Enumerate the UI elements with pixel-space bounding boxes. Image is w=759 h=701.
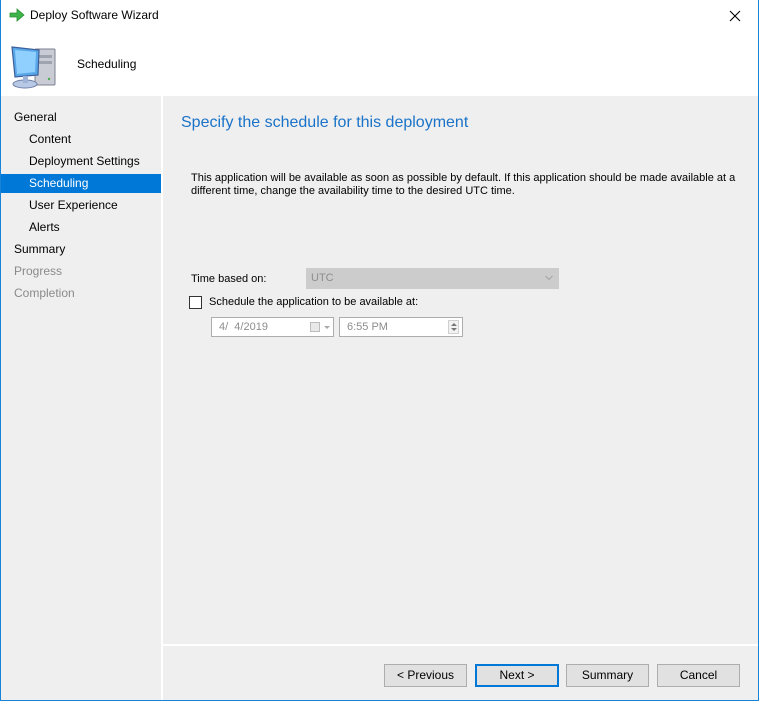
summary-button[interactable]: Summary <box>566 664 649 687</box>
sidebar-item-scheduling[interactable]: Scheduling <box>1 174 161 193</box>
sidebar-item-deployment-settings[interactable]: Deployment Settings <box>1 152 161 171</box>
chevron-down-icon <box>545 275 553 281</box>
date-value: 4/ 4/2019 <box>219 321 268 333</box>
wizard-window: Deploy Software Wizard Scheduling Genera… <box>0 0 759 701</box>
schedule-checkbox-row[interactable]: Schedule the application to be available… <box>189 294 418 310</box>
sidebar-item-user-experience[interactable]: User Experience <box>1 196 161 215</box>
button-bar: < Previous Next > Summary Cancel <box>163 646 758 700</box>
spin-down-icon[interactable] <box>451 328 457 331</box>
time-spinner[interactable] <box>448 320 459 334</box>
time-picker[interactable]: 6:55 PM <box>339 317 463 337</box>
time-based-on-label: Time based on: <box>191 273 267 285</box>
schedule-checkbox-label: Schedule the application to be available… <box>209 296 419 308</box>
time-based-on-dropdown[interactable]: UTC <box>306 268 559 289</box>
close-button[interactable] <box>712 0 758 31</box>
computer-icon <box>11 46 56 89</box>
date-picker[interactable]: 4/ 4/2019 <box>211 317 334 337</box>
time-value: 6:55 PM <box>347 321 388 333</box>
calendar-icon <box>310 322 320 332</box>
title-bar: Deploy Software Wizard <box>1 0 758 31</box>
sidebar-item-general[interactable]: General <box>1 108 161 127</box>
dropdown-arrow-icon <box>324 326 330 329</box>
previous-button[interactable]: < Previous <box>384 664 467 687</box>
next-button[interactable]: Next > <box>475 664 559 687</box>
green-arrow-icon <box>9 8 25 22</box>
cancel-button[interactable]: Cancel <box>657 664 740 687</box>
wizard-header: Scheduling <box>1 31 758 95</box>
time-based-on-value: UTC <box>311 272 334 284</box>
sidebar-item-completion: Completion <box>14 286 75 300</box>
content-panel: Specify the schedule for this deployment… <box>163 96 758 644</box>
sidebar-item-progress: Progress <box>14 264 63 278</box>
sidebar-item-summary[interactable]: Summary <box>1 240 161 259</box>
sidebar-item-content[interactable]: Content <box>1 130 161 149</box>
description-text: This application will be available as so… <box>191 172 736 197</box>
close-icon <box>729 10 741 21</box>
wizard-steps-sidebar: General Content Deployment Settings Sche… <box>1 96 161 700</box>
schedule-checkbox[interactable] <box>189 295 202 309</box>
window-title: Deploy Software Wizard <box>30 8 159 22</box>
spin-up-icon[interactable] <box>451 323 457 326</box>
sidebar-item-alerts[interactable]: Alerts <box>1 218 161 237</box>
page-title: Specify the schedule for this deployment <box>181 114 469 131</box>
header-title: Scheduling <box>77 57 137 71</box>
